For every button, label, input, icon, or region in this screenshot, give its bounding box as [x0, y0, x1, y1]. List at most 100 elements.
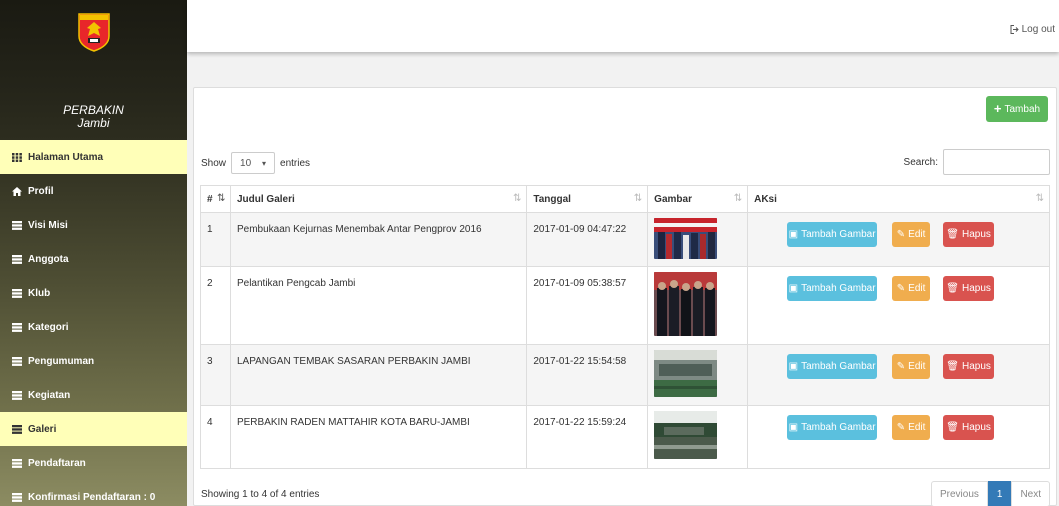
sidebar-item-label: Visi Misi [28, 219, 68, 231]
cell-date: 2017-01-09 05:38:57 [526, 266, 649, 345]
entries-value: 10 [240, 157, 252, 169]
cell-number: 3 [200, 344, 231, 406]
edit-icon: ✎ [896, 361, 906, 372]
sidebar-item-halaman-utama[interactable]: Halaman Utama [0, 140, 187, 174]
logout-label: Log out [1021, 24, 1055, 35]
list-icon [12, 220, 22, 230]
edit-button[interactable]: ✎ Edit [892, 276, 931, 301]
picture-icon: ▣ [788, 361, 799, 372]
sidebar-item-label: Anggota [28, 253, 69, 265]
sidebar-item-label: Kategori [28, 321, 69, 333]
sidebar-item-label: Halaman Utama [28, 151, 104, 163]
sidebar-item-label: Profil [28, 185, 54, 197]
previous-page-button[interactable]: Previous [930, 481, 988, 506]
sidebar-item-kegiatan[interactable]: Kegiatan [0, 378, 187, 412]
edit-icon: ✎ [896, 229, 906, 240]
sidebar-item-anggota[interactable]: Anggota [0, 242, 187, 276]
search-label: Search: [903, 156, 938, 168]
col-number[interactable]: # ⇅ [200, 185, 231, 213]
col-actions[interactable]: AKsi ⇅ [747, 185, 1050, 213]
edit-button[interactable]: ✎ Edit [892, 415, 931, 440]
delete-button[interactable]: 🗑 Hapus [943, 354, 995, 379]
list-icon [12, 458, 22, 468]
col-title[interactable]: Judul Galeri ⇅ [229, 185, 528, 213]
table-row: 3 LAPANGAN TEMBAK SASARAN PERBAKIN JAMBI… [200, 344, 1050, 406]
cell-date: 2017-01-09 04:47:22 [526, 212, 649, 267]
sidebar-item-profil[interactable]: Profil [0, 174, 187, 208]
sidebar-item-visi-misi[interactable]: Visi Misi [0, 208, 187, 242]
edit-button[interactable]: ✎ Edit [892, 222, 931, 247]
sidebar-item-label: Kegiatan [28, 389, 71, 401]
sidebar-item-label: Pengumuman [28, 355, 95, 367]
col-date[interactable]: Tanggal ⇅ [526, 185, 649, 213]
cell-date: 2017-01-22 15:54:58 [526, 344, 649, 406]
sidebar-header: PERBAKIN Jambi [0, 0, 187, 140]
delete-button[interactable]: 🗑 Hapus [943, 415, 995, 440]
list-icon [12, 322, 22, 332]
search-input[interactable] [943, 149, 1050, 175]
add-image-button[interactable]: ▣ Tambah Gambar [787, 354, 878, 379]
cell-image [647, 405, 749, 469]
next-page-button[interactable]: Next [1011, 481, 1050, 506]
sort-icon: ⇅ [1035, 193, 1044, 204]
trash-icon: 🗑 [946, 229, 959, 240]
table-row: 1 Pembukaan Kejurnas Menembak Antar Peng… [200, 212, 1050, 267]
cell-actions: ▣ Tambah Gambar ✎ Edit 🗑 Hapus [747, 405, 1050, 469]
sidebar-item-pendaftaran[interactable]: Pendaftaran [0, 446, 187, 480]
sidebar-item-galeri[interactable]: Galeri [0, 412, 187, 446]
add-image-button[interactable]: ▣ Tambah Gambar [787, 415, 878, 440]
brand-region: Jambi [77, 116, 110, 130]
gallery-thumbnail [654, 350, 718, 397]
cell-actions: ▣ Tambah Gambar ✎ Edit 🗑 Hapus [747, 344, 1050, 406]
table-header-row: # ⇅ Judul Galeri ⇅ Tanggal ⇅ Gambar ⇅ AKsi ⇅ [200, 185, 1050, 213]
topbar: Log out [187, 0, 1059, 52]
entries-select[interactable]: 10 ▾ [231, 152, 276, 174]
caret-down-icon: ▾ [262, 158, 267, 168]
gallery-thumbnail [654, 411, 718, 459]
sidebar: PERBAKIN Jambi Halaman Utama Profil Visi… [0, 0, 187, 506]
cell-image [647, 212, 749, 267]
table-row: 2 Pelantikan Pengcab Jambi 2017-01-09 05… [200, 266, 1050, 345]
sidebar-item-label: Pendaftaran [28, 457, 86, 469]
show-label: Show [201, 157, 227, 169]
search-control: Search: [904, 149, 1050, 175]
sidebar-item-pengumuman[interactable]: Pengumuman [0, 344, 187, 378]
sort-asc-icon: ⇅ [217, 193, 226, 204]
page-1-button[interactable]: 1 [987, 481, 1012, 506]
sort-icon: ⇅ [633, 193, 643, 204]
table-row: 4 PERBAKIN RADEN MATTAHIR KOTA BARU-JAMB… [200, 405, 1050, 469]
add-image-button[interactable]: ▣ Tambah Gambar [787, 276, 878, 301]
cell-title: Pelantikan Pengcab Jambi [229, 266, 528, 345]
list-icon [12, 356, 22, 366]
sidebar-item-label: Klub [28, 287, 51, 299]
log-out-icon [1010, 25, 1019, 34]
trash-icon: 🗑 [946, 283, 959, 294]
trash-icon: 🗑 [946, 361, 959, 372]
cell-number: 4 [200, 405, 231, 469]
cell-actions: ▣ Tambah Gambar ✎ Edit 🗑 Hapus [747, 266, 1050, 345]
home-icon [12, 186, 22, 196]
sidebar-item-konfirmasi-pendaftaran[interactable]: Konfirmasi Pendaftaran : 0 [0, 480, 187, 506]
sidebar-item-label: Konfirmasi Pendaftaran : 0 [28, 491, 156, 503]
perbakin-logo [77, 13, 110, 52]
add-image-button[interactable]: ▣ Tambah Gambar [787, 222, 878, 247]
col-image[interactable]: Gambar ⇅ [647, 185, 749, 213]
cell-number: 2 [200, 266, 231, 345]
picture-icon: ▣ [788, 422, 799, 433]
add-gallery-button[interactable]: + Tambah [986, 96, 1048, 122]
add-gallery-label: Tambah [1004, 103, 1041, 115]
cell-title: Pembukaan Kejurnas Menembak Antar Pengpr… [229, 212, 528, 267]
logout-link[interactable]: Log out [1010, 24, 1055, 35]
gallery-panel: + Tambah Show 10 ▾ entries Search: # ⇅ Ju… [193, 87, 1057, 506]
gallery-thumbnail [654, 272, 718, 336]
cell-number: 1 [200, 212, 231, 267]
sidebar-item-klub[interactable]: Klub [0, 276, 187, 310]
delete-button[interactable]: 🗑 Hapus [943, 276, 995, 301]
cell-title: LAPANGAN TEMBAK SASARAN PERBAKIN JAMBI [229, 344, 528, 406]
edit-button[interactable]: ✎ Edit [892, 354, 931, 379]
delete-button[interactable]: 🗑 Hapus [943, 222, 995, 247]
cell-image [647, 266, 749, 345]
sidebar-item-kategori[interactable]: Kategori [0, 310, 187, 344]
list-icon [12, 424, 22, 434]
edit-icon: ✎ [896, 283, 906, 294]
